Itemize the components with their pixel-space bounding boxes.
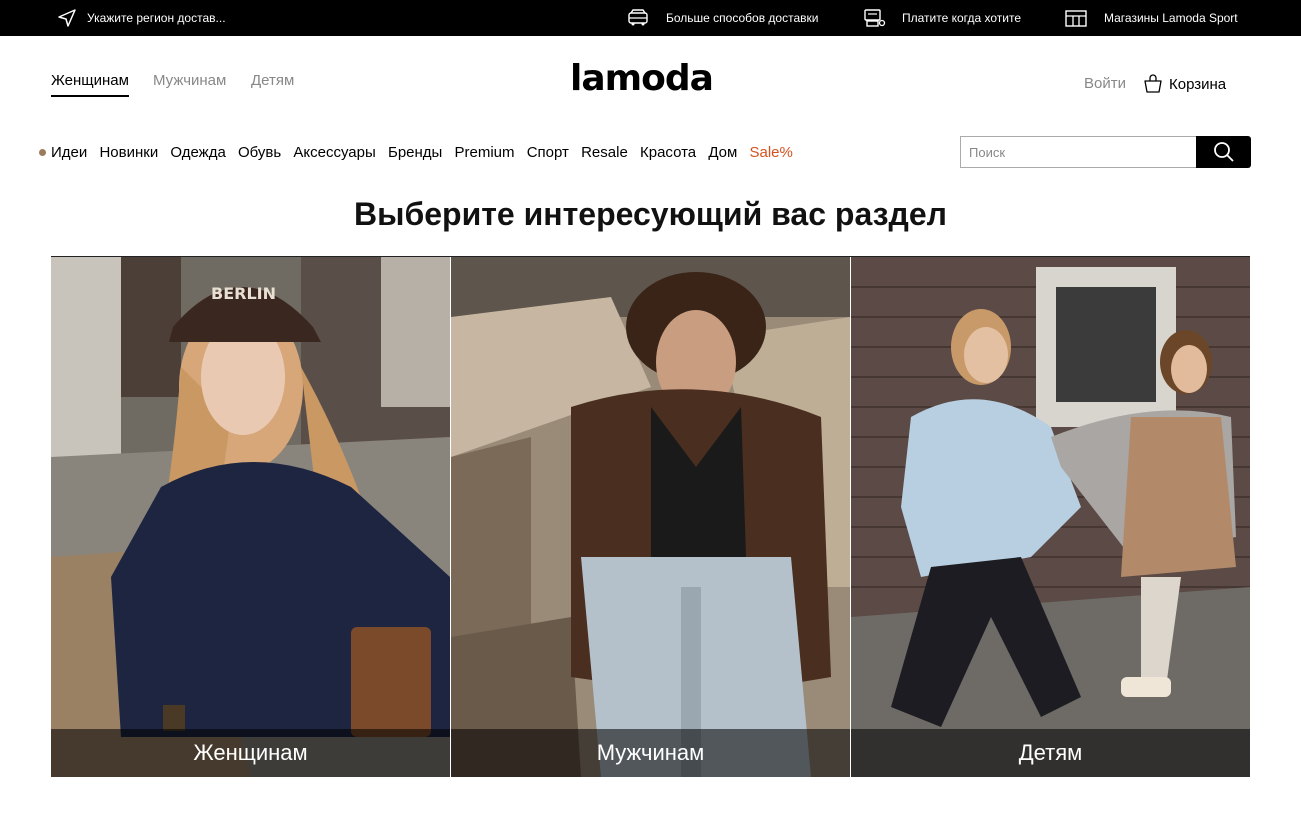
svg-text:BERLIN: BERLIN: [211, 284, 276, 303]
top-bar: Укажите регион достав... Больше способов…: [0, 0, 1301, 36]
stores-link[interactable]: Магазины Lamoda Sport: [1064, 0, 1238, 36]
cash-register-icon: [864, 9, 886, 27]
kids-photo: [851, 257, 1250, 777]
women-photo: BERLIN: [51, 257, 450, 777]
section-tile-kids[interactable]: Детям: [851, 257, 1250, 777]
search-input[interactable]: [960, 136, 1197, 168]
pay-later-label: Платите когда хотите: [902, 11, 1022, 25]
category-new[interactable]: Новинки: [99, 144, 158, 161]
region-label: Укажите регион достав...: [87, 11, 226, 25]
login-link[interactable]: Войти: [1084, 75, 1126, 92]
category-ideas[interactable]: Идеи: [51, 144, 87, 161]
section-tile-men[interactable]: Мужчинам: [451, 257, 850, 777]
category-beauty[interactable]: Красота: [640, 144, 696, 161]
tab-men[interactable]: Мужчинам: [153, 72, 226, 89]
category-brands[interactable]: Бренды: [388, 144, 442, 161]
region-selector[interactable]: Укажите регион достав...: [57, 0, 226, 36]
section-tile-women[interactable]: BERLIN Женщинам: [51, 257, 450, 777]
cart-button[interactable]: Корзина: [1143, 72, 1226, 96]
category-clothing[interactable]: Одежда: [170, 144, 225, 161]
category-shoes[interactable]: Обувь: [238, 144, 281, 161]
tile-caption-women: Женщинам: [51, 729, 450, 777]
tab-women[interactable]: Женщинам: [51, 72, 129, 97]
category-sale[interactable]: Sale%: [750, 144, 793, 161]
search-button[interactable]: [1196, 136, 1251, 168]
shopping-bag-icon: [1144, 74, 1162, 93]
delivery-label: Больше способов доставки: [666, 11, 819, 25]
delivery-options-link[interactable]: Больше способов доставки: [626, 0, 818, 36]
category-nav: Идеи Новинки Одежда Обувь Аксессуары Бре…: [39, 142, 805, 162]
cart-label: Корзина: [1169, 75, 1227, 93]
category-accessories[interactable]: Аксессуары: [293, 144, 375, 161]
logo-text: lamoda: [570, 58, 713, 99]
category-home[interactable]: Дом: [708, 144, 737, 161]
tile-caption-kids: Детям: [851, 729, 1250, 777]
page-title: Выберите интересующий вас раздел: [354, 196, 947, 232]
car-icon: [628, 9, 648, 26]
category-resale[interactable]: Resale: [581, 144, 628, 161]
ideas-dot-icon: [39, 148, 46, 156]
category-premium[interactable]: Premium: [455, 144, 515, 161]
tile-caption-men: Мужчинам: [451, 729, 850, 777]
category-sport[interactable]: Спорт: [527, 144, 569, 161]
search-icon: [1213, 142, 1234, 162]
location-arrow-icon: [58, 9, 76, 27]
tab-kids[interactable]: Детям: [251, 72, 294, 89]
pay-later-link[interactable]: Платите когда хотите: [863, 0, 1021, 36]
stores-label: Магазины Lamoda Sport: [1104, 11, 1238, 25]
store-icon: [1065, 10, 1087, 27]
lamoda-logo[interactable]: lamoda: [570, 58, 734, 100]
men-photo: [451, 257, 850, 777]
